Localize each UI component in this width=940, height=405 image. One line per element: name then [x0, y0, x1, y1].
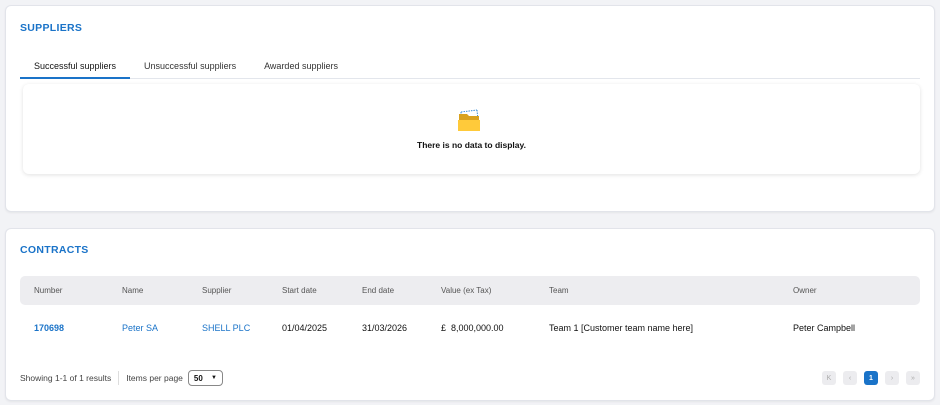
empty-message: There is no data to display.: [417, 140, 526, 150]
col-supplier[interactable]: Supplier: [202, 276, 231, 305]
col-start-date[interactable]: Start date: [282, 276, 317, 305]
team: Team 1 [Customer team name here]: [549, 323, 694, 333]
contracts-card: CONTRACTS Number Name Supplier Start dat…: [5, 228, 935, 401]
pagination: K ‹ 1 › »: [822, 371, 920, 385]
contracts-title: CONTRACTS: [20, 244, 89, 256]
last-page-button[interactable]: »: [906, 371, 920, 385]
chevron-down-icon: ▼: [210, 375, 217, 381]
contract-name-link[interactable]: Peter SA: [122, 315, 158, 341]
tab-successful-suppliers[interactable]: Successful suppliers: [20, 60, 131, 79]
items-per-page-label: Items per page: [126, 373, 183, 383]
start-date: 01/04/2025: [282, 323, 328, 333]
table-row: 170698 Peter SA SHELL PLC 01/04/2025 31/…: [20, 315, 920, 341]
contract-number-link[interactable]: 170698: [34, 315, 64, 341]
tab-unsuccessful-suppliers[interactable]: Unsuccessful suppliers: [130, 60, 250, 78]
first-page-button[interactable]: K: [822, 371, 836, 385]
items-per-page-select[interactable]: 50 ▼: [187, 370, 223, 386]
prev-page-button[interactable]: ‹: [843, 371, 857, 385]
table-header: Number Name Supplier Start date End date…: [20, 276, 920, 305]
col-team[interactable]: Team: [549, 276, 569, 305]
value: £ 8,000,000.00: [441, 323, 504, 333]
col-name[interactable]: Name: [122, 276, 143, 305]
tab-awarded-suppliers[interactable]: Awarded suppliers: [250, 60, 352, 78]
items-per-page-value: 50: [193, 373, 203, 383]
folder-icon: [457, 108, 482, 131]
suppliers-title: SUPPLIERS: [20, 22, 83, 34]
divider: [118, 371, 120, 385]
col-number[interactable]: Number: [34, 276, 62, 305]
end-date: 31/03/2026: [362, 323, 408, 333]
supplier-tabs: Successful suppliers Unsuccessful suppli…: [20, 60, 920, 79]
results-count: Showing 1-1 of 1 results: [20, 373, 112, 383]
col-value[interactable]: Value (ex Tax): [441, 276, 491, 305]
empty-state: There is no data to display.: [23, 84, 920, 174]
owner: Peter Campbell: [793, 323, 856, 333]
table-footer: Showing 1-1 of 1 results Items per page …: [20, 369, 920, 387]
suppliers-card: SUPPLIERS Successful suppliers Unsuccess…: [5, 5, 935, 212]
page-1-button[interactable]: 1: [864, 371, 878, 385]
supplier-link[interactable]: SHELL PLC: [202, 315, 250, 341]
next-page-button[interactable]: ›: [885, 371, 899, 385]
col-owner[interactable]: Owner: [793, 276, 817, 305]
col-end-date[interactable]: End date: [362, 276, 394, 305]
